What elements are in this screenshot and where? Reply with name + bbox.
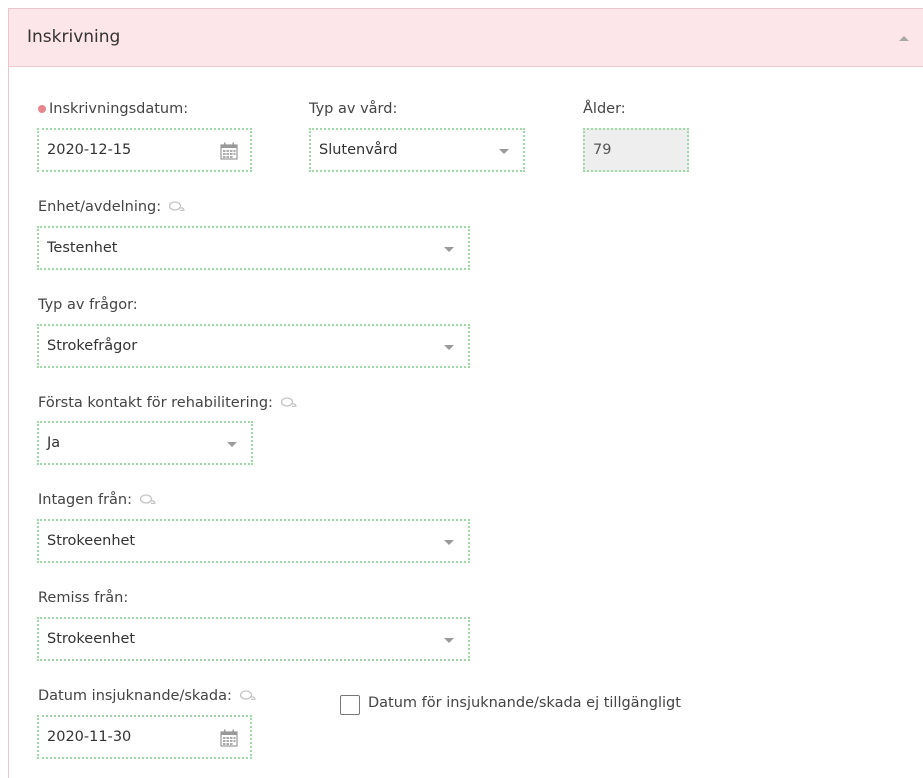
- inskrivningsdatum-input[interactable]: 2020-12-15: [37, 128, 252, 172]
- datum-insjuknande-value: 2020-11-30: [47, 729, 132, 745]
- typ-av-vard-select[interactable]: Slutenvård: [309, 128, 525, 172]
- comment-icon[interactable]: [280, 397, 297, 409]
- typ-av-vard-value: Slutenvård: [319, 142, 398, 158]
- remiss-fran-label: Remiss från:: [38, 590, 129, 606]
- intagen-fran-label-text: Intagen från:: [38, 492, 132, 508]
- intagen-fran-label: Intagen från:: [38, 492, 156, 508]
- enhet-label-text: Enhet/avdelning:: [38, 199, 162, 215]
- calendar-icon[interactable]: [220, 142, 238, 160]
- datum-insjuknande-label: Datum insjuknande/skada:: [38, 688, 256, 704]
- alder-field: 79: [583, 128, 689, 172]
- chevron-down-icon: [444, 345, 454, 350]
- forsta-kontakt-label: Första kontakt för rehabilitering:: [38, 395, 297, 411]
- enhet-select[interactable]: Testenhet: [37, 226, 470, 270]
- typ-av-fragor-select[interactable]: Strokefrågor: [37, 324, 470, 368]
- intagen-fran-value: Strokeenhet: [47, 533, 136, 549]
- comment-icon[interactable]: [140, 494, 156, 506]
- typ-av-fragor-label: Typ av frågor:: [38, 297, 138, 313]
- chevron-up-icon[interactable]: [899, 36, 909, 41]
- forsta-kontakt-value: Ja: [47, 435, 61, 451]
- alder-value: 79: [593, 142, 612, 158]
- remiss-fran-value: Strokeenhet: [47, 631, 136, 647]
- enhet-value: Testenhet: [47, 240, 118, 256]
- datum-insjuknande-input[interactable]: 2020-11-30: [37, 715, 252, 759]
- datum-ej-tillgangligt-checkbox[interactable]: [340, 695, 360, 715]
- calendar-icon[interactable]: [220, 729, 238, 747]
- forsta-kontakt-label-text: Första kontakt för rehabilitering:: [38, 395, 273, 411]
- inskrivningsdatum-label-text: Inskrivningsdatum:: [49, 101, 189, 117]
- panel-header[interactable]: Inskrivning: [9, 9, 923, 67]
- inskrivning-panel: Inskrivning: [8, 8, 923, 778]
- chevron-down-icon: [444, 540, 454, 545]
- comment-icon[interactable]: [239, 690, 256, 702]
- chevron-down-icon: [227, 442, 237, 447]
- datum-ej-tillgangligt-label: Datum för insjuknande/skada ej tillgängl…: [368, 695, 681, 711]
- chevron-down-icon: [444, 247, 454, 252]
- enhet-label: Enhet/avdelning:: [38, 199, 185, 215]
- alder-label: Ålder:: [583, 101, 626, 117]
- datum-insjuknande-label-text: Datum insjuknande/skada:: [38, 688, 232, 704]
- intagen-fran-select[interactable]: Strokeenhet: [37, 519, 470, 563]
- typ-av-vard-label: Typ av vård:: [309, 101, 398, 117]
- inskrivningsdatum-label: Inskrivningsdatum:: [38, 101, 188, 117]
- comment-icon[interactable]: [169, 201, 185, 213]
- typ-av-fragor-value: Strokefrågor: [47, 338, 138, 354]
- chevron-down-icon: [444, 638, 454, 643]
- panel-title: Inskrivning: [27, 27, 121, 47]
- chevron-down-icon: [499, 149, 509, 154]
- inskrivningsdatum-value: 2020-12-15: [47, 142, 132, 158]
- forsta-kontakt-select[interactable]: Ja: [37, 421, 253, 465]
- required-indicator-icon: [38, 105, 46, 113]
- remiss-fran-select[interactable]: Strokeenhet: [37, 617, 470, 661]
